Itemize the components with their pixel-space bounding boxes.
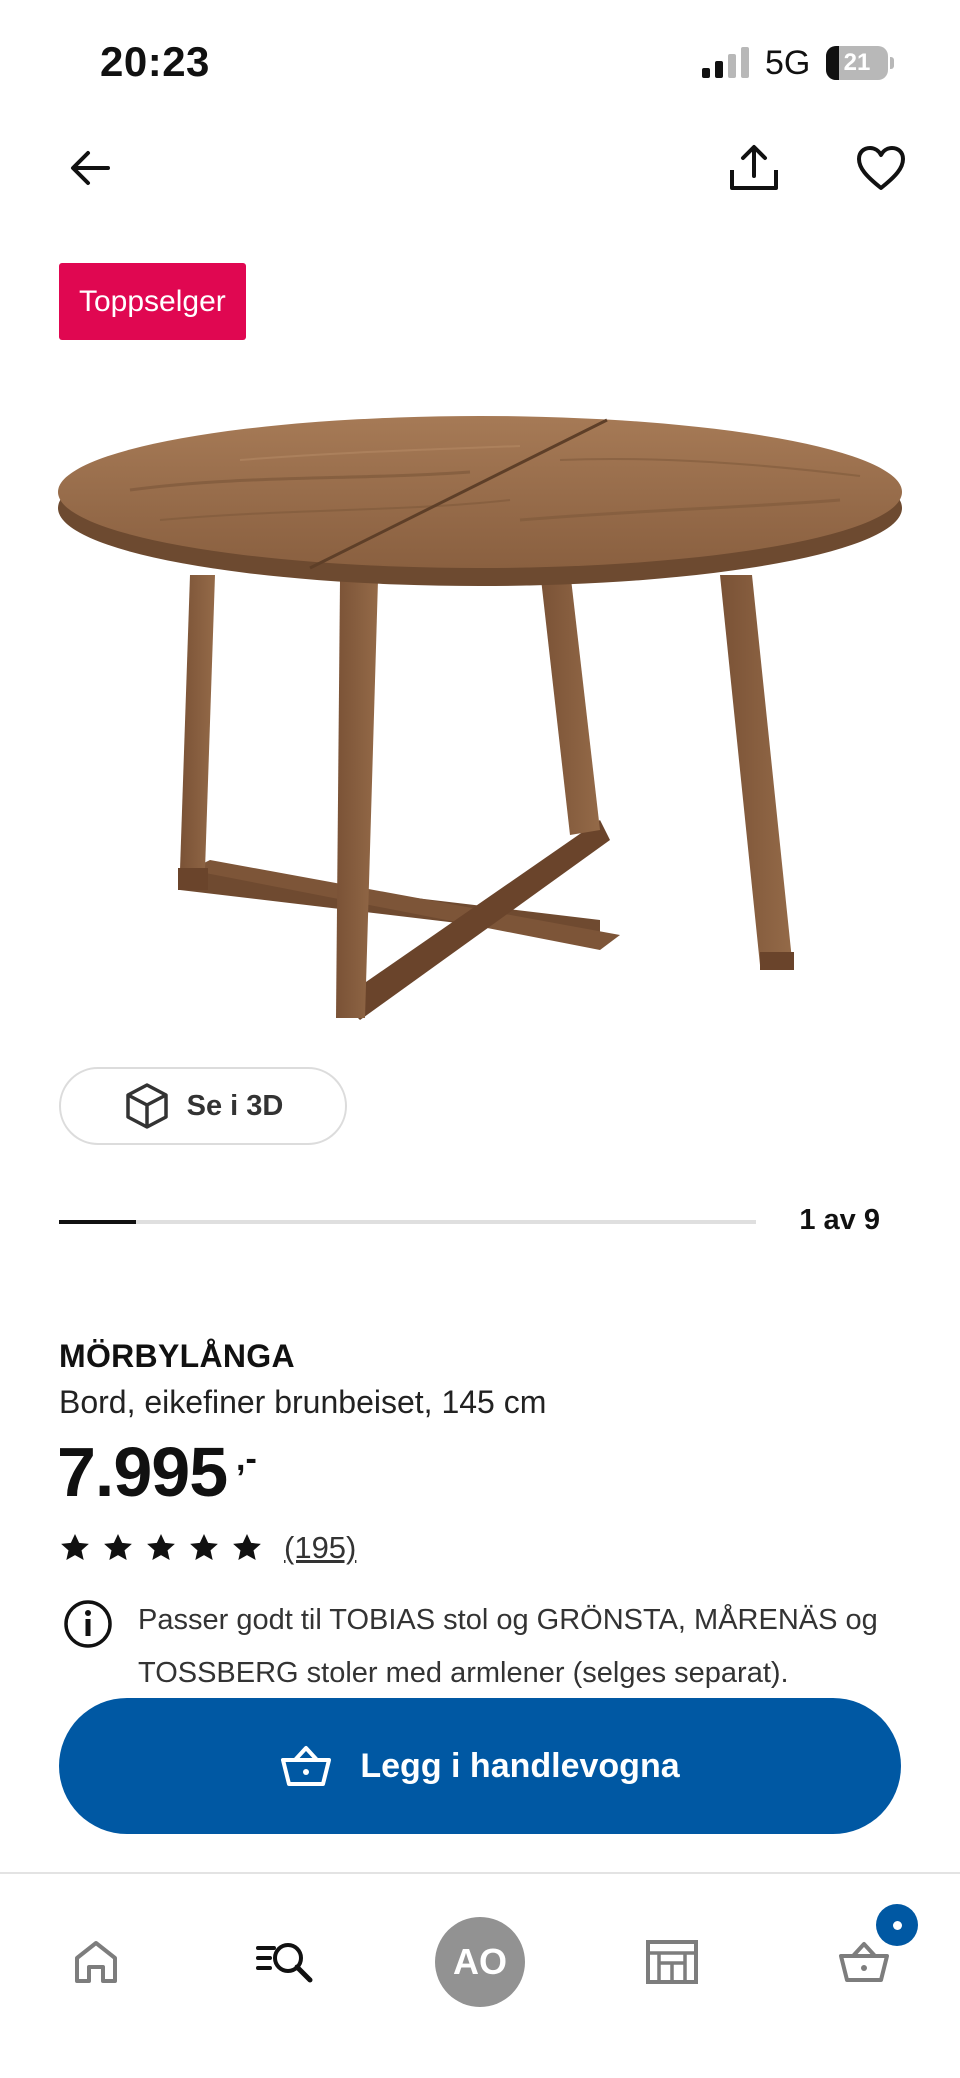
avatar: AO xyxy=(435,1917,525,2007)
product-image[interactable] xyxy=(40,380,920,1040)
home-icon xyxy=(75,1941,117,1983)
cart-badge xyxy=(876,1904,918,1946)
status-time: 20:23 xyxy=(100,38,210,85)
product-price: 7.995 xyxy=(57,1433,228,1511)
gallery-progress xyxy=(59,1220,756,1224)
add-to-cart-button[interactable]: Legg i handlevogna xyxy=(59,1698,901,1834)
signal-icon xyxy=(702,47,749,78)
arrow-left-icon xyxy=(71,151,110,185)
nav-cart[interactable] xyxy=(814,1904,918,2012)
back-button[interactable] xyxy=(52,130,128,206)
star-icon xyxy=(61,1534,89,1560)
heart-icon xyxy=(857,146,905,190)
battery-icon: 21 xyxy=(826,46,894,80)
store-icon xyxy=(646,1940,698,1984)
gallery-progress-fill xyxy=(59,1220,137,1224)
basket-icon xyxy=(281,1746,332,1786)
battery-percent: 21 xyxy=(843,49,871,76)
star-icon xyxy=(233,1534,261,1560)
cube-icon xyxy=(125,1083,168,1129)
product-name: MÖRBYLÅNGA xyxy=(59,1338,295,1374)
rating[interactable]: (195) xyxy=(59,1530,356,1566)
price-suffix: ,- xyxy=(236,1440,257,1478)
rating-count[interactable]: (195) xyxy=(284,1530,356,1566)
basket-icon xyxy=(839,1942,889,1982)
top-seller-badge: Toppselger xyxy=(59,263,246,340)
gallery-pager: 1 av 9 xyxy=(799,1204,880,1236)
bottom-nav: AO xyxy=(0,1872,960,2078)
nav-search[interactable] xyxy=(236,1912,336,2012)
network-type: 5G xyxy=(765,44,811,82)
share-icon xyxy=(730,145,778,190)
product-description: Bord, eikefiner brunbeiset, 145 cm xyxy=(59,1384,547,1420)
favorite-button[interactable] xyxy=(843,130,919,206)
rating-stars xyxy=(59,1532,263,1564)
star-icon xyxy=(190,1534,218,1560)
info-icon xyxy=(64,1600,112,1648)
add-to-cart-label: Legg i handlevogna xyxy=(360,1746,680,1785)
status-bar: 20:23 5G 21 xyxy=(0,0,960,120)
star-icon xyxy=(104,1534,132,1560)
view-3d-label: Se i 3D xyxy=(186,1089,284,1122)
star-icon xyxy=(147,1534,175,1560)
nav-store[interactable] xyxy=(622,1912,722,2012)
compatibility-note: Passer godt til TOBIAS stol og GRÖNSTA, … xyxy=(138,1604,878,1689)
search-icon xyxy=(256,1943,313,1983)
nav-home[interactable] xyxy=(46,1912,146,2012)
nav-profile[interactable]: AO xyxy=(430,1912,530,2012)
view-3d-button[interactable]: Se i 3D xyxy=(59,1067,347,1145)
share-button[interactable] xyxy=(716,130,792,206)
